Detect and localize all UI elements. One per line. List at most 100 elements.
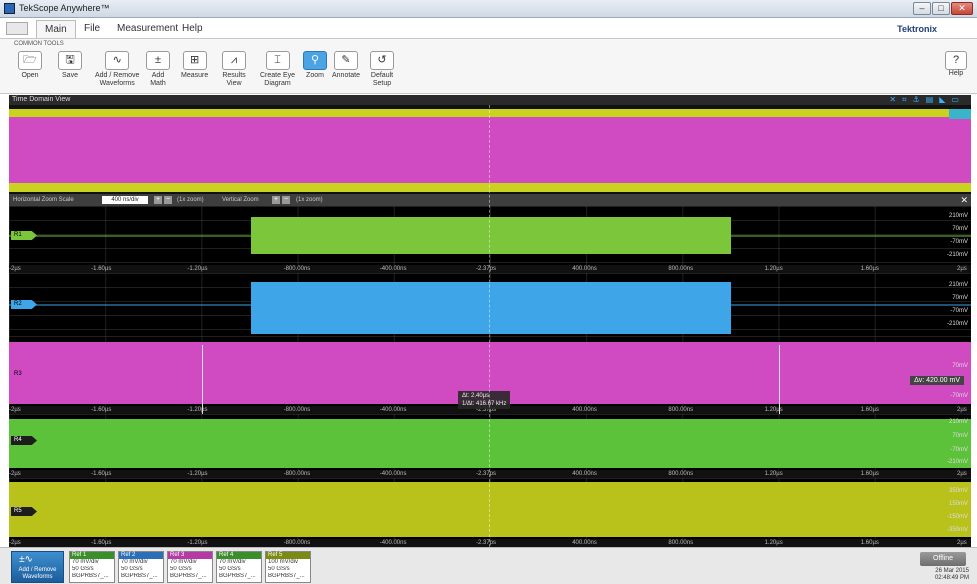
cursor-a-line[interactable]: [202, 345, 203, 414]
channel-label-r4[interactable]: R4: [11, 436, 37, 445]
add-remove-waveforms-button[interactable]: ±∿ Add / Remove Waveforms: [11, 551, 64, 583]
ref-badge-title: Ref 3: [168, 552, 212, 559]
scale-r1-1: 70mV: [952, 226, 968, 232]
tool-label: Add Math: [150, 72, 166, 87]
overview-zoom-handle[interactable]: [949, 109, 971, 119]
axis-tick-label: 400.00ns: [572, 266, 597, 272]
delta-t-readout: Δt: 2.40µs: [462, 393, 490, 399]
window-title: TekScope Anywhere™: [19, 3, 110, 13]
h-zoom-label: Horizontal Zoom Scale: [13, 197, 74, 203]
menu-bar: Main File Measurement Help Tektronix: [0, 18, 977, 38]
scale-r5-1: 150mV: [948, 501, 968, 507]
view-header: Time Domain View ✕⌗⚓▤◣▭: [9, 95, 971, 105]
axis-tick-label: 1.20µs: [764, 471, 783, 477]
center-time-marker: [489, 105, 490, 547]
tool-default-setup-button[interactable]: ↺ Default Setup: [370, 51, 394, 88]
waveform-lane-r1[interactable]: R1 210mV 70mV -70mV -210mV: [9, 206, 971, 265]
tool-math-button[interactable]: ± Add Math: [146, 51, 170, 88]
scale-r1-2: -70mV: [950, 239, 968, 245]
app-menu-button[interactable]: [6, 22, 28, 35]
scale-r3-1: -70mV: [950, 393, 968, 399]
waveform-lane-r4[interactable]: R4 210mV 70mV -70mV -210mV: [9, 414, 971, 470]
axis-tick-label: -800.00ns: [283, 407, 311, 413]
axis-tick-label: -2µs: [9, 471, 21, 477]
offline-status-button[interactable]: Offline: [920, 552, 966, 566]
channel-label-r5[interactable]: R5: [11, 507, 37, 516]
axis-tick-label: -800.00ns: [283, 266, 311, 272]
ref-badge-5[interactable]: Ref 5 100 mV/div 50 GS/s BGPRBS7_...: [265, 551, 311, 583]
title-bar: TekScope Anywhere™ – □ ✕: [0, 0, 977, 18]
tool-label: Save: [62, 72, 78, 79]
maximize-button[interactable]: □: [932, 2, 950, 15]
axis-tick-label: -1.60µs: [91, 407, 112, 413]
scale-r1-0: 210mV: [948, 213, 968, 219]
zoom-icon: ⚲: [303, 51, 327, 70]
tool-folder-button[interactable]: 🗁 Open: [18, 51, 42, 80]
axis-tick-label: 1.20µs: [764, 540, 783, 546]
ref-badge-4[interactable]: Ref 4 70 mV/div 50 GS/s BGPRBS7_...: [216, 551, 262, 583]
axis-tick-label: 2µs: [957, 266, 967, 272]
waveform-add-icon: ∿: [105, 51, 130, 70]
view-toolbar-icons[interactable]: ✕⌗⚓▤◣▭: [889, 95, 965, 105]
zoom-close-icon[interactable]: ✕: [960, 194, 968, 206]
h-zoom-input[interactable]: 400 ns/div: [102, 196, 148, 204]
channel-label-r3[interactable]: R3: [11, 370, 37, 379]
minimize-button[interactable]: –: [913, 2, 931, 15]
tool-pen-button[interactable]: ✎ Annotate: [332, 51, 360, 80]
h-zoom-plus-button[interactable]: +: [154, 196, 162, 204]
tool-save-button[interactable]: 🖫 Save: [58, 51, 82, 80]
tool-eye-diagram-button[interactable]: ⌶ Create Eye Diagram: [260, 51, 295, 88]
axis-tick-label: -1.60µs: [91, 266, 112, 272]
ribbon-toolbar: COMMON TOOLS 🗁 Open 🖫 Save ∿ Add / Remove Wav…: [0, 38, 977, 94]
waveform-lane-r5[interactable]: R5 350mV 150mV -150mV -350mV: [9, 478, 971, 539]
ref-badge-title: Ref 5: [266, 552, 310, 559]
ref-badge-rate: 50 GS/s: [268, 566, 290, 572]
scale-r4-2: -70mV: [950, 447, 968, 453]
scale-r2-3: -210mV: [946, 321, 968, 327]
waveform-lane-r2[interactable]: R2 210mV 70mV -70mV -210mV: [9, 273, 971, 336]
scale-r4-0: 210mV: [948, 419, 968, 425]
overview-waveform[interactable]: [9, 105, 971, 194]
help-button[interactable]: ? Help: [945, 51, 967, 77]
tool-label: Zoom: [306, 72, 324, 79]
axis-tick-label: -2µs: [9, 407, 21, 413]
tab-help[interactable]: Help: [182, 23, 203, 34]
close-button[interactable]: ✕: [951, 2, 973, 15]
scale-r4-1: 70mV: [952, 433, 968, 439]
ref-badge-3[interactable]: Ref 3 70 mV/div 50 GS/s BGPRBS7_...: [167, 551, 213, 583]
help-icon: ?: [945, 51, 967, 70]
ref-badge-2[interactable]: Ref 2 70 mV/div 50 GS/s BGPRBS7_...: [118, 551, 164, 583]
axis-tick-label: -2µs: [9, 266, 21, 272]
channel-label-r1[interactable]: R1: [11, 231, 37, 240]
tool-label: Annotate: [332, 72, 361, 79]
ref-badge-title: Ref 2: [119, 552, 163, 559]
ref-badge-1[interactable]: Ref 1 70 mV/div 50 GS/s BGPRBS7_...: [69, 551, 115, 583]
time-axis-1: -2µs -1.60µs -1.20µs -800.00ns -400.00ns -2.3…: [9, 265, 971, 273]
tool-waveform-add-button[interactable]: ∿ Add / Remove Waveforms: [95, 51, 139, 88]
tool-measure-button[interactable]: ⊞ Measure: [181, 51, 208, 80]
add-waveforms-label: Add / Remove Waveforms: [18, 567, 57, 580]
v-zoom-minus-button[interactable]: −: [282, 196, 290, 204]
tool-results-button[interactable]: ⩘ Results View: [222, 51, 246, 88]
axis-tick-label: 800.00ns: [668, 540, 694, 546]
tab-main[interactable]: Main: [36, 20, 76, 38]
scale-r2-1: 70mV: [952, 295, 968, 301]
r2-burst: [251, 282, 731, 334]
v-zoom-plus-button[interactable]: +: [272, 196, 280, 204]
axis-tick-label: 800.00ns: [668, 407, 694, 413]
tab-measurement[interactable]: Measurement: [117, 23, 178, 34]
view-title: Time Domain View: [12, 96, 71, 103]
save-icon: 🖫: [58, 51, 82, 70]
tab-file[interactable]: File: [84, 23, 100, 34]
axis-tick-label: 800.00ns: [668, 471, 694, 477]
tool-label: Add / Remove Waveforms: [95, 72, 140, 87]
ref-badge-title: Ref 4: [217, 552, 261, 559]
ref-badge-title: Ref 1: [70, 552, 114, 559]
overview-svg: [9, 109, 971, 192]
axis-tick-label: -400.00ns: [379, 471, 407, 477]
cursor-b-line[interactable]: [779, 345, 780, 414]
h-zoom-minus-button[interactable]: −: [164, 196, 172, 204]
tool-zoom-button[interactable]: ⚲ Zoom: [303, 51, 327, 80]
channel-label-r2[interactable]: R2: [11, 300, 37, 309]
scale-r5-3: -350mV: [946, 527, 968, 533]
